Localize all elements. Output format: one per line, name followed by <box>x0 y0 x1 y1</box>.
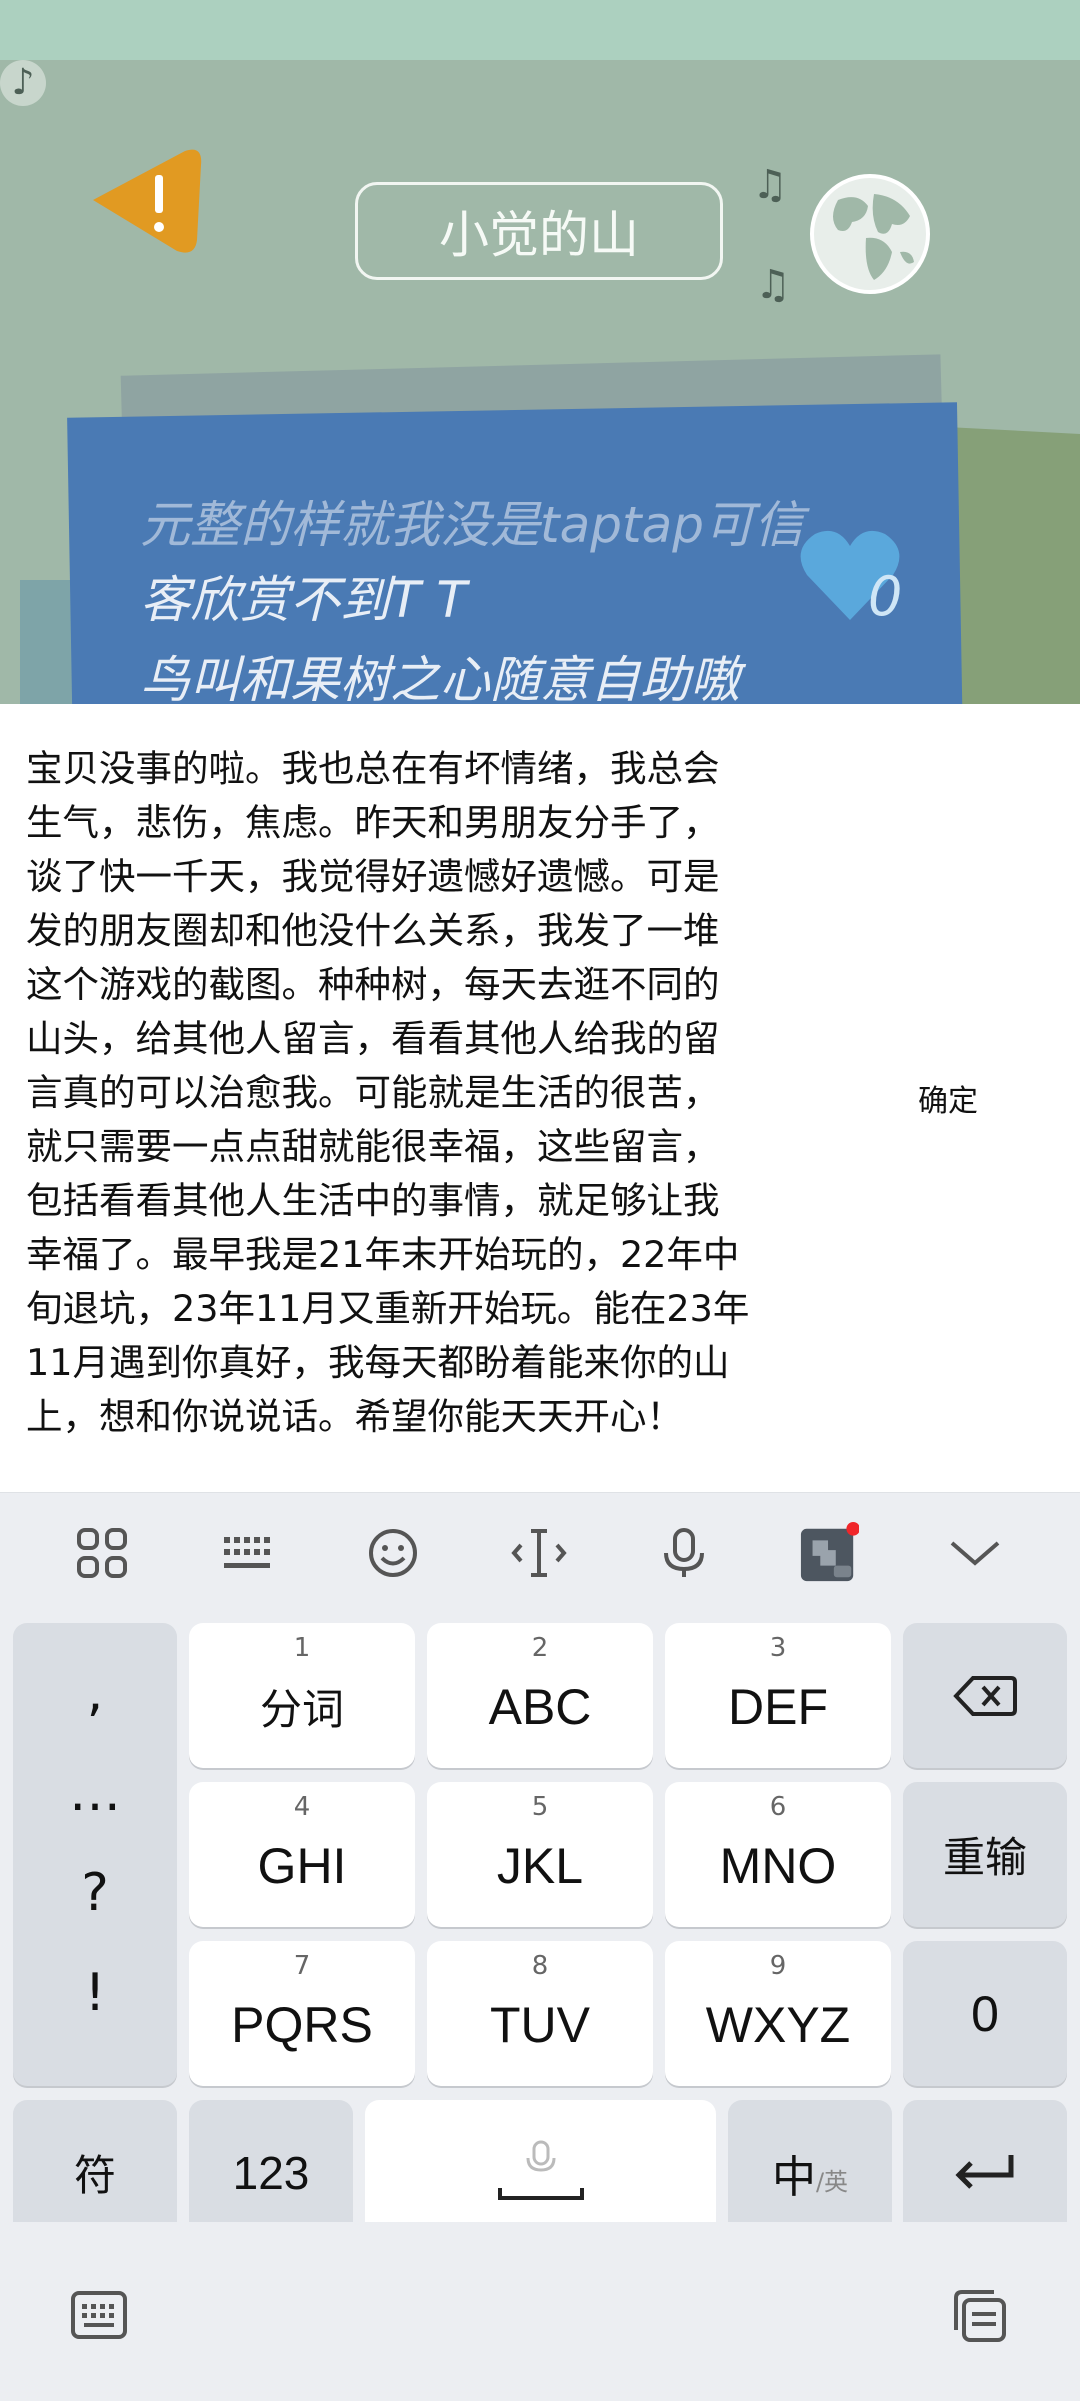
reset-key[interactable]: 重输 <box>903 1782 1067 1927</box>
key-0[interactable]: 0 <box>903 1941 1067 2086</box>
clipboard-button[interactable] <box>952 2288 1008 2348</box>
keyboard-switch-icon <box>71 2291 127 2339</box>
warning-icon <box>93 149 202 253</box>
music-note-icon: ♫ <box>755 262 791 308</box>
report-warning-button[interactable] <box>85 145 205 260</box>
key-7-pqrs[interactable]: 7 PQRS <box>189 1941 415 2086</box>
key-9-wxyz[interactable]: 9 WXYZ <box>665 1941 891 2086</box>
punct-ellipsis[interactable]: … <box>13 1763 177 1823</box>
mic-icon[interactable] <box>654 1523 714 1583</box>
key-1-segment[interactable]: 1 分词 <box>189 1623 415 1768</box>
keyboard-toolbar <box>0 1492 1080 1613</box>
note-text-line: 元整的样就我没是taptap可信 <box>140 496 804 554</box>
backspace-icon <box>953 1675 1017 1716</box>
keyboard-icon[interactable] <box>218 1523 278 1583</box>
emoji-icon[interactable] <box>363 1523 423 1583</box>
message-input[interactable]: 宝贝没事的啦。我也总在有坏情绪，我总会 生气，悲伤，焦虑。昨天和男朋友分手了， … <box>26 742 806 1444</box>
status-bar <box>0 0 1080 60</box>
globe-button[interactable] <box>808 172 932 296</box>
key-6-mno[interactable]: 6 MNO <box>665 1782 891 1927</box>
punct-exclaim[interactable]: ! <box>13 1963 177 2023</box>
music-note-icon: ♫ <box>752 162 788 208</box>
message-compose-area: 宝贝没事的啦。我也总在有坏情绪，我总会 生气，悲伤，焦虑。昨天和男朋友分手了， … <box>0 704 1080 1492</box>
key-4-ghi[interactable]: 4 GHI <box>189 1782 415 1927</box>
keyboard-bottom-bar <box>0 2222 1080 2401</box>
confirm-button[interactable]: 确定 <box>918 1076 978 1120</box>
grid-icon[interactable] <box>72 1523 132 1583</box>
cursor-icon[interactable] <box>509 1523 569 1583</box>
globe-icon <box>810 174 930 294</box>
enter-icon <box>955 2154 1014 2189</box>
key-8-tuv[interactable]: 8 TUV <box>427 1941 653 2086</box>
backspace-key[interactable] <box>903 1623 1067 1768</box>
space-mic-icon <box>497 2140 584 2200</box>
collapse-keyboard-icon[interactable] <box>945 1523 1005 1583</box>
punctuation-column[interactable]: , … ? ! <box>13 1623 177 2086</box>
key-2-abc[interactable]: 2 ABC <box>427 1623 653 1768</box>
like-count: 0 <box>868 565 903 628</box>
note-text-line: 鸟叫和果树之心随意自助嗷 <box>140 651 740 704</box>
punct-comma[interactable]: , <box>13 1663 177 1723</box>
puzzle-icon[interactable] <box>799 1522 859 1583</box>
music-note-icon: ♪ <box>0 60 46 106</box>
punct-question[interactable]: ? <box>13 1863 177 1923</box>
clipboard-icon <box>954 2290 1006 2342</box>
mountain-title-box[interactable]: 小觉的山 <box>355 182 723 280</box>
page-title: 小觉的山 <box>439 206 639 264</box>
mountain-scene: 元整的样就我没是taptap可信 客欣赏不到T T 鸟叫和果树之心随意自助嗷 ♪… <box>0 60 1080 704</box>
key-3-def[interactable]: 3 DEF <box>665 1623 891 1768</box>
switch-keyboard-button[interactable] <box>70 2290 128 2344</box>
note-text-line: 客欣赏不到T T <box>140 571 467 629</box>
key-5-jkl[interactable]: 5 JKL <box>427 1782 653 1927</box>
